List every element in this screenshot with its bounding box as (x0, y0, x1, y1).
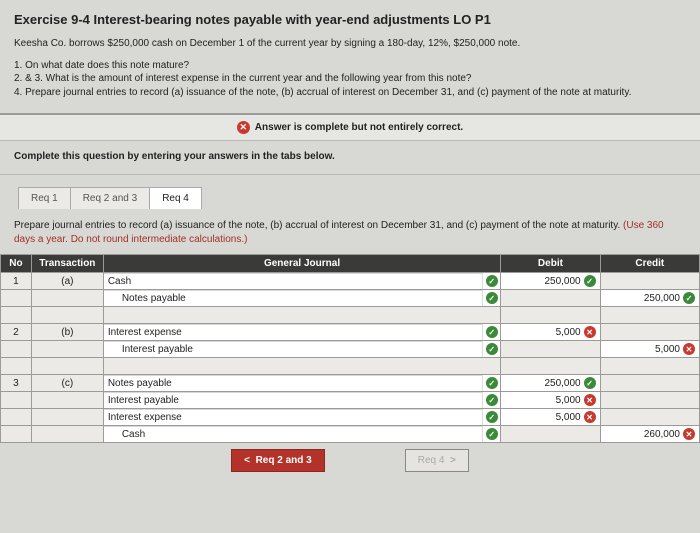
cell-tx (31, 290, 103, 307)
table-row: Notes payable✓ 250,000✓ (1, 290, 700, 307)
table-row: 3 (c) Notes payable✓ 250,000✓ (1, 375, 700, 392)
table-row (1, 307, 700, 324)
cell-account[interactable] (103, 358, 500, 375)
check-icon: ✓ (486, 275, 498, 287)
check-icon: ✓ (486, 343, 498, 355)
chevron-right-icon: > (450, 455, 456, 466)
check-icon: ✓ (683, 292, 695, 304)
next-button[interactable]: Req 4 > (405, 449, 469, 472)
tab-instructions: Prepare journal entries to record (a) is… (0, 209, 700, 254)
table-row: Interest expense✓ 5,000✕ (1, 409, 700, 426)
cell-account[interactable]: Interest payable✓ (103, 341, 500, 358)
cell-debit[interactable]: 250,000✓ (501, 273, 600, 290)
cell-tx: (c) (31, 375, 103, 392)
cell-no (1, 290, 32, 307)
table-row: Cash✓ 260,000✕ (1, 426, 700, 443)
check-icon: ✓ (584, 377, 596, 389)
cell-account[interactable]: Interest expense✓ (103, 409, 500, 426)
table-row (1, 358, 700, 375)
cell-account[interactable]: Notes payable✓ (103, 375, 500, 392)
cell-credit[interactable]: 5,000✕ (600, 341, 699, 358)
cell-debit[interactable] (501, 290, 600, 307)
cell-credit[interactable]: 260,000✕ (600, 426, 699, 443)
cell-debit[interactable]: 5,000✕ (501, 324, 600, 341)
check-icon: ✓ (486, 292, 498, 304)
cell-account[interactable]: Cash✓ (103, 273, 500, 290)
status-banner: ✕ Answer is complete but not entirely co… (0, 113, 700, 141)
check-icon: ✓ (584, 275, 596, 287)
check-icon: ✓ (486, 377, 498, 389)
prev-button[interactable]: < Req 2 and 3 (231, 449, 325, 472)
cell-account[interactable] (103, 307, 500, 324)
instruction-line: Complete this question by entering your … (0, 141, 700, 175)
cell-credit[interactable] (600, 324, 699, 341)
tab-req-2-3[interactable]: Req 2 and 3 (71, 187, 151, 209)
check-icon: ✓ (486, 326, 498, 338)
check-icon: ✓ (486, 411, 498, 423)
x-icon: ✕ (584, 411, 596, 423)
prep-text: Prepare journal entries to record (a) is… (14, 220, 623, 231)
exercise-intro: Keesha Co. borrows $250,000 cash on Dece… (14, 37, 686, 51)
cell-account[interactable]: Interest expense✓ (103, 324, 500, 341)
table-row: 1 (a) Cash✓ 250,000✓ (1, 273, 700, 290)
hdr-transaction: Transaction (31, 255, 103, 273)
page-title: Exercise 9-4 Interest-bearing notes paya… (14, 12, 686, 27)
x-icon: ✕ (237, 121, 250, 134)
cell-tx: (a) (31, 273, 103, 290)
question-2-3: 2. & 3. What is the amount of interest e… (14, 72, 686, 86)
question-list: 1. On what date does this note mature? 2… (14, 59, 686, 100)
cell-account[interactable]: Notes payable✓ (103, 290, 500, 307)
tab-req-1[interactable]: Req 1 (18, 187, 71, 209)
x-icon: ✕ (584, 394, 596, 406)
table-row: Interest payable✓ 5,000✕ (1, 392, 700, 409)
cell-debit[interactable]: 250,000✓ (501, 375, 600, 392)
cell-tx: (b) (31, 324, 103, 341)
x-icon: ✕ (683, 428, 695, 440)
cell-account[interactable]: Cash✓ (103, 426, 500, 443)
table-header-row: No Transaction General Journal Debit Cre… (1, 255, 700, 273)
x-icon: ✕ (683, 343, 695, 355)
question-1: 1. On what date does this note mature? (14, 59, 686, 73)
cell-credit[interactable]: 250,000✓ (600, 290, 699, 307)
cell-debit[interactable]: 5,000✕ (501, 392, 600, 409)
hdr-no: No (1, 255, 32, 273)
nav-buttons: < Req 2 and 3 Req 4 > (0, 449, 700, 472)
table-row: 2 (b) Interest expense✓ 5,000✕ (1, 324, 700, 341)
cell-no: 3 (1, 375, 32, 392)
hdr-general-journal: General Journal (103, 255, 500, 273)
check-icon: ✓ (486, 394, 498, 406)
x-icon: ✕ (584, 326, 596, 338)
tab-bar: Req 1 Req 2 and 3 Req 4 (18, 187, 700, 209)
tab-req-4[interactable]: Req 4 (150, 187, 202, 209)
journal-table: No Transaction General Journal Debit Cre… (0, 254, 700, 443)
cell-credit[interactable] (600, 273, 699, 290)
cell-debit[interactable]: 5,000✕ (501, 409, 600, 426)
question-4: 4. Prepare journal entries to record (a)… (14, 86, 686, 100)
check-icon: ✓ (486, 428, 498, 440)
cell-account[interactable]: Interest payable✓ (103, 392, 500, 409)
cell-no: 1 (1, 273, 32, 290)
hdr-credit: Credit (600, 255, 699, 273)
status-text: Answer is complete but not entirely corr… (255, 122, 463, 133)
hdr-debit: Debit (501, 255, 600, 273)
cell-no: 2 (1, 324, 32, 341)
table-row: Interest payable✓ 5,000✕ (1, 341, 700, 358)
chevron-left-icon: < (244, 455, 250, 466)
